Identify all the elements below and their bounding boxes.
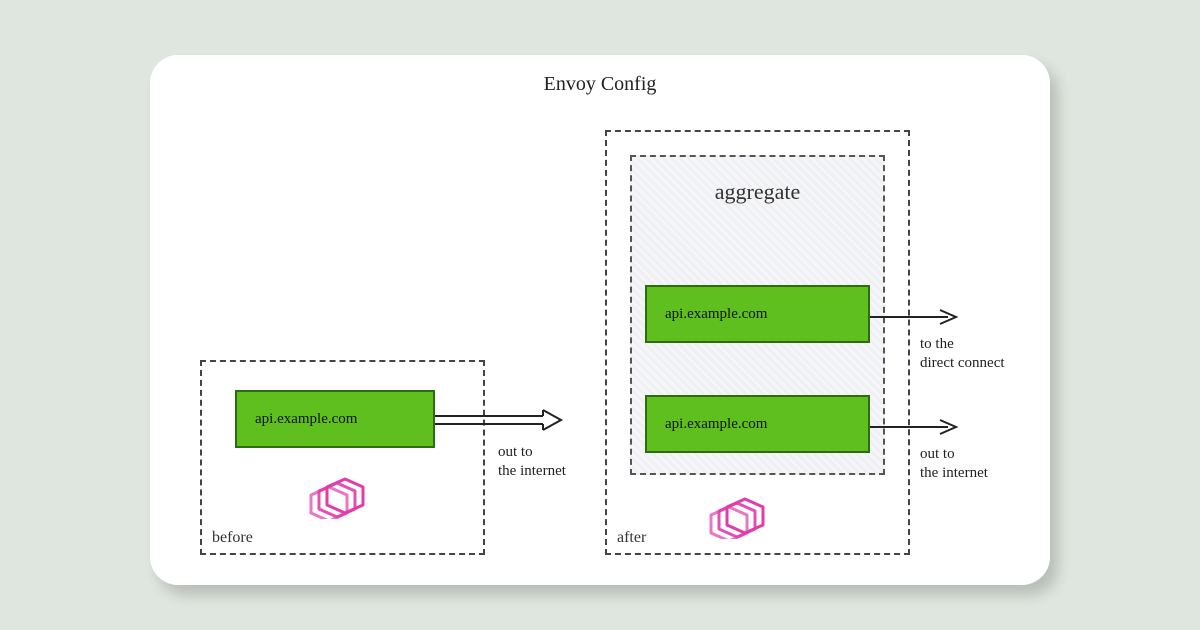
after-cluster-1: api.example.com xyxy=(645,285,870,343)
diagram-card: Envoy Config before api.example.com out … xyxy=(150,55,1050,585)
after-cluster-2-text: api.example.com xyxy=(665,416,767,433)
after-arrow-1 xyxy=(870,307,960,327)
after-cluster-1-text: api.example.com xyxy=(665,306,767,323)
after-cluster-2: api.example.com xyxy=(645,395,870,453)
before-cluster-box: api.example.com xyxy=(235,390,435,448)
after-arrow-1-label: to the direct connect xyxy=(920,335,1005,373)
before-label: before xyxy=(212,529,253,547)
after-arrow-2 xyxy=(870,417,960,437)
aggregate-label: aggregate xyxy=(715,179,801,205)
after-arrow-2-label: out to the internet xyxy=(920,445,988,483)
before-arrow xyxy=(435,407,565,435)
envoy-icon xyxy=(305,465,375,519)
diagram-title: Envoy Config xyxy=(544,73,657,96)
before-cluster-text: api.example.com xyxy=(255,411,357,428)
envoy-icon xyxy=(705,485,775,539)
before-arrow-label: out to the internet xyxy=(498,443,566,481)
after-label: after xyxy=(617,529,646,547)
